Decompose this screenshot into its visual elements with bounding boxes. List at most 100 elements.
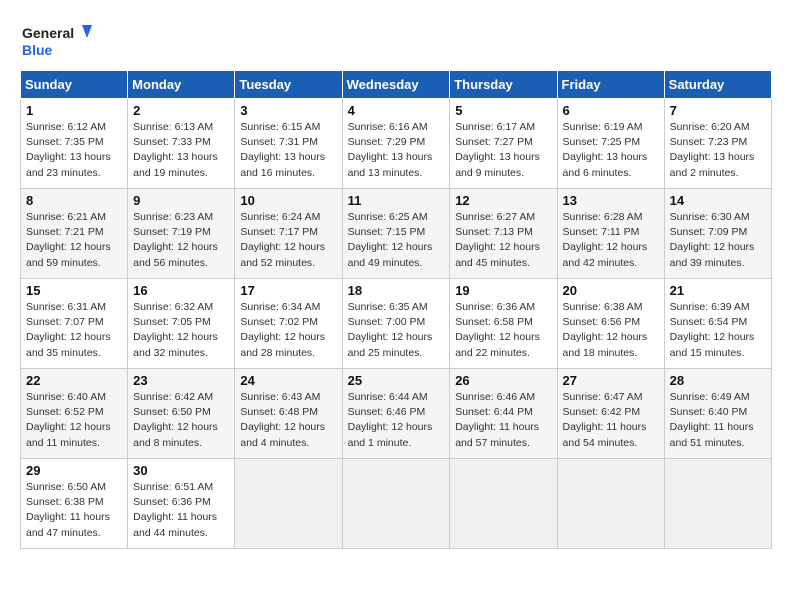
calendar-cell: 22Sunrise: 6:40 AMSunset: 6:52 PMDayligh… <box>21 369 128 459</box>
cell-content: Sunrise: 6:49 AMSunset: 6:40 PMDaylight:… <box>670 390 766 451</box>
calendar-cell: 19 Sunrise: 6:36 AMSunset: 6:58 PMDayligh… <box>450 279 557 369</box>
calendar-cell: 20 Sunrise: 6:38 AMSunset: 6:56 PMDayligh… <box>557 279 664 369</box>
day-number: 6 <box>563 103 659 118</box>
cell-content: Sunrise: 6:17 AMSunset: 7:27 PMDaylight:… <box>455 120 551 181</box>
cell-content: Sunrise: 6:12 AMSunset: 7:35 PMDaylight:… <box>26 120 122 181</box>
calendar-cell: 23Sunrise: 6:42 AMSunset: 6:50 PMDayligh… <box>128 369 235 459</box>
cell-content: Sunrise: 6:42 AMSunset: 6:50 PMDaylight:… <box>133 390 229 451</box>
day-number: 2 <box>133 103 229 118</box>
calendar-cell: 12Sunrise: 6:27 AMSunset: 7:13 PMDayligh… <box>450 189 557 279</box>
day-number: 1 <box>26 103 122 118</box>
cell-content: Sunrise: 6:20 AMSunset: 7:23 PMDaylight:… <box>670 120 766 181</box>
calendar-cell: 26 Sunrise: 6:46 AMSunset: 6:44 PMDayligh… <box>450 369 557 459</box>
day-number: 13 <box>563 193 659 208</box>
day-number: 7 <box>670 103 766 118</box>
cell-content: Sunrise: 6:30 AMSunset: 7:09 PMDaylight:… <box>670 210 766 271</box>
calendar-body: 1 Sunrise: 6:12 AMSunset: 7:35 PMDaylight… <box>21 99 772 549</box>
day-number: 14 <box>670 193 766 208</box>
weekday-header: Tuesday <box>235 71 342 99</box>
cell-content: Sunrise: 6:31 AMSunset: 7:07 PMDaylight:… <box>26 300 122 361</box>
day-number: 17 <box>240 283 336 298</box>
cell-content: Sunrise: 6:35 AMSunset: 7:00 PMDaylight:… <box>348 300 445 361</box>
day-number: 27 <box>563 373 659 388</box>
weekday-header: Monday <box>128 71 235 99</box>
cell-content: Sunrise: 6:32 AMSunset: 7:05 PMDaylight:… <box>133 300 229 361</box>
day-number: 3 <box>240 103 336 118</box>
calendar-cell: 11Sunrise: 6:25 AMSunset: 7:15 PMDayligh… <box>342 189 450 279</box>
cell-content: Sunrise: 6:27 AMSunset: 7:13 PMDaylight:… <box>455 210 551 271</box>
cell-content: Sunrise: 6:39 AMSunset: 6:54 PMDaylight:… <box>670 300 766 361</box>
calendar-cell: 10Sunrise: 6:24 AMSunset: 7:17 PMDayligh… <box>235 189 342 279</box>
calendar-week-row: 22Sunrise: 6:40 AMSunset: 6:52 PMDayligh… <box>21 369 772 459</box>
calendar-cell: 15 Sunrise: 6:31 AMSunset: 7:07 PMDayligh… <box>21 279 128 369</box>
cell-content: Sunrise: 6:21 AMSunset: 7:21 PMDaylight:… <box>26 210 122 271</box>
svg-text:General: General <box>22 25 74 41</box>
calendar-cell <box>450 459 557 549</box>
weekday-header: Thursday <box>450 71 557 99</box>
logo-icon: GeneralBlue <box>20 20 100 60</box>
cell-content: Sunrise: 6:50 AMSunset: 6:38 PMDaylight:… <box>26 480 122 541</box>
calendar-cell <box>557 459 664 549</box>
cell-content: Sunrise: 6:19 AMSunset: 7:25 PMDaylight:… <box>563 120 659 181</box>
cell-content: Sunrise: 6:28 AMSunset: 7:11 PMDaylight:… <box>563 210 659 271</box>
cell-content: Sunrise: 6:44 AMSunset: 6:46 PMDaylight:… <box>348 390 445 451</box>
calendar-cell: 17 Sunrise: 6:34 AMSunset: 7:02 PMDayligh… <box>235 279 342 369</box>
day-number: 28 <box>670 373 766 388</box>
day-number: 20 <box>563 283 659 298</box>
day-number: 11 <box>348 193 445 208</box>
calendar-cell: 6 Sunrise: 6:19 AMSunset: 7:25 PMDaylight… <box>557 99 664 189</box>
day-number: 15 <box>26 283 122 298</box>
day-number: 5 <box>455 103 551 118</box>
calendar-cell <box>235 459 342 549</box>
calendar-cell: 8 Sunrise: 6:21 AMSunset: 7:21 PMDaylight… <box>21 189 128 279</box>
day-number: 4 <box>348 103 445 118</box>
weekday-header: Saturday <box>664 71 771 99</box>
calendar-cell: 7 Sunrise: 6:20 AMSunset: 7:23 PMDaylight… <box>664 99 771 189</box>
day-number: 21 <box>670 283 766 298</box>
svg-text:Blue: Blue <box>22 42 53 58</box>
cell-content: Sunrise: 6:51 AMSunset: 6:36 PMDaylight:… <box>133 480 229 541</box>
calendar-header-row: SundayMondayTuesdayWednesdayThursdayFrid… <box>21 71 772 99</box>
calendar-cell <box>342 459 450 549</box>
day-number: 18 <box>348 283 445 298</box>
calendar-cell: 2 Sunrise: 6:13 AMSunset: 7:33 PMDaylight… <box>128 99 235 189</box>
calendar-cell: 29 Sunrise: 6:50 AMSunset: 6:38 PMDayligh… <box>21 459 128 549</box>
logo: GeneralBlue <box>20 20 100 60</box>
cell-content: Sunrise: 6:13 AMSunset: 7:33 PMDaylight:… <box>133 120 229 181</box>
cell-content: Sunrise: 6:15 AMSunset: 7:31 PMDaylight:… <box>240 120 336 181</box>
calendar-cell <box>664 459 771 549</box>
day-number: 10 <box>240 193 336 208</box>
calendar-week-row: 29 Sunrise: 6:50 AMSunset: 6:38 PMDayligh… <box>21 459 772 549</box>
calendar-cell: 3 Sunrise: 6:15 AMSunset: 7:31 PMDaylight… <box>235 99 342 189</box>
cell-content: Sunrise: 6:43 AMSunset: 6:48 PMDaylight:… <box>240 390 336 451</box>
day-number: 16 <box>133 283 229 298</box>
cell-content: Sunrise: 6:16 AMSunset: 7:29 PMDaylight:… <box>348 120 445 181</box>
calendar-week-row: 15 Sunrise: 6:31 AMSunset: 7:07 PMDayligh… <box>21 279 772 369</box>
calendar-cell: 9Sunrise: 6:23 AMSunset: 7:19 PMDaylight… <box>128 189 235 279</box>
day-number: 24 <box>240 373 336 388</box>
day-number: 8 <box>26 193 122 208</box>
day-number: 26 <box>455 373 551 388</box>
day-number: 25 <box>348 373 445 388</box>
cell-content: Sunrise: 6:36 AMSunset: 6:58 PMDaylight:… <box>455 300 551 361</box>
day-number: 9 <box>133 193 229 208</box>
calendar-cell: 5 Sunrise: 6:17 AMSunset: 7:27 PMDaylight… <box>450 99 557 189</box>
cell-content: Sunrise: 6:46 AMSunset: 6:44 PMDaylight:… <box>455 390 551 451</box>
day-number: 22 <box>26 373 122 388</box>
day-number: 30 <box>133 463 229 478</box>
cell-content: Sunrise: 6:38 AMSunset: 6:56 PMDaylight:… <box>563 300 659 361</box>
weekday-header: Friday <box>557 71 664 99</box>
calendar-cell: 13 Sunrise: 6:28 AMSunset: 7:11 PMDayligh… <box>557 189 664 279</box>
calendar-cell: 1 Sunrise: 6:12 AMSunset: 7:35 PMDaylight… <box>21 99 128 189</box>
cell-content: Sunrise: 6:34 AMSunset: 7:02 PMDaylight:… <box>240 300 336 361</box>
calendar-cell: 24 Sunrise: 6:43 AMSunset: 6:48 PMDayligh… <box>235 369 342 459</box>
calendar-cell: 21 Sunrise: 6:39 AMSunset: 6:54 PMDayligh… <box>664 279 771 369</box>
weekday-header: Sunday <box>21 71 128 99</box>
cell-content: Sunrise: 6:47 AMSunset: 6:42 PMDaylight:… <box>563 390 659 451</box>
day-number: 19 <box>455 283 551 298</box>
calendar-week-row: 8 Sunrise: 6:21 AMSunset: 7:21 PMDaylight… <box>21 189 772 279</box>
calendar-week-row: 1 Sunrise: 6:12 AMSunset: 7:35 PMDaylight… <box>21 99 772 189</box>
calendar-cell: 4 Sunrise: 6:16 AMSunset: 7:29 PMDaylight… <box>342 99 450 189</box>
calendar-cell: 27 Sunrise: 6:47 AMSunset: 6:42 PMDayligh… <box>557 369 664 459</box>
day-number: 29 <box>26 463 122 478</box>
